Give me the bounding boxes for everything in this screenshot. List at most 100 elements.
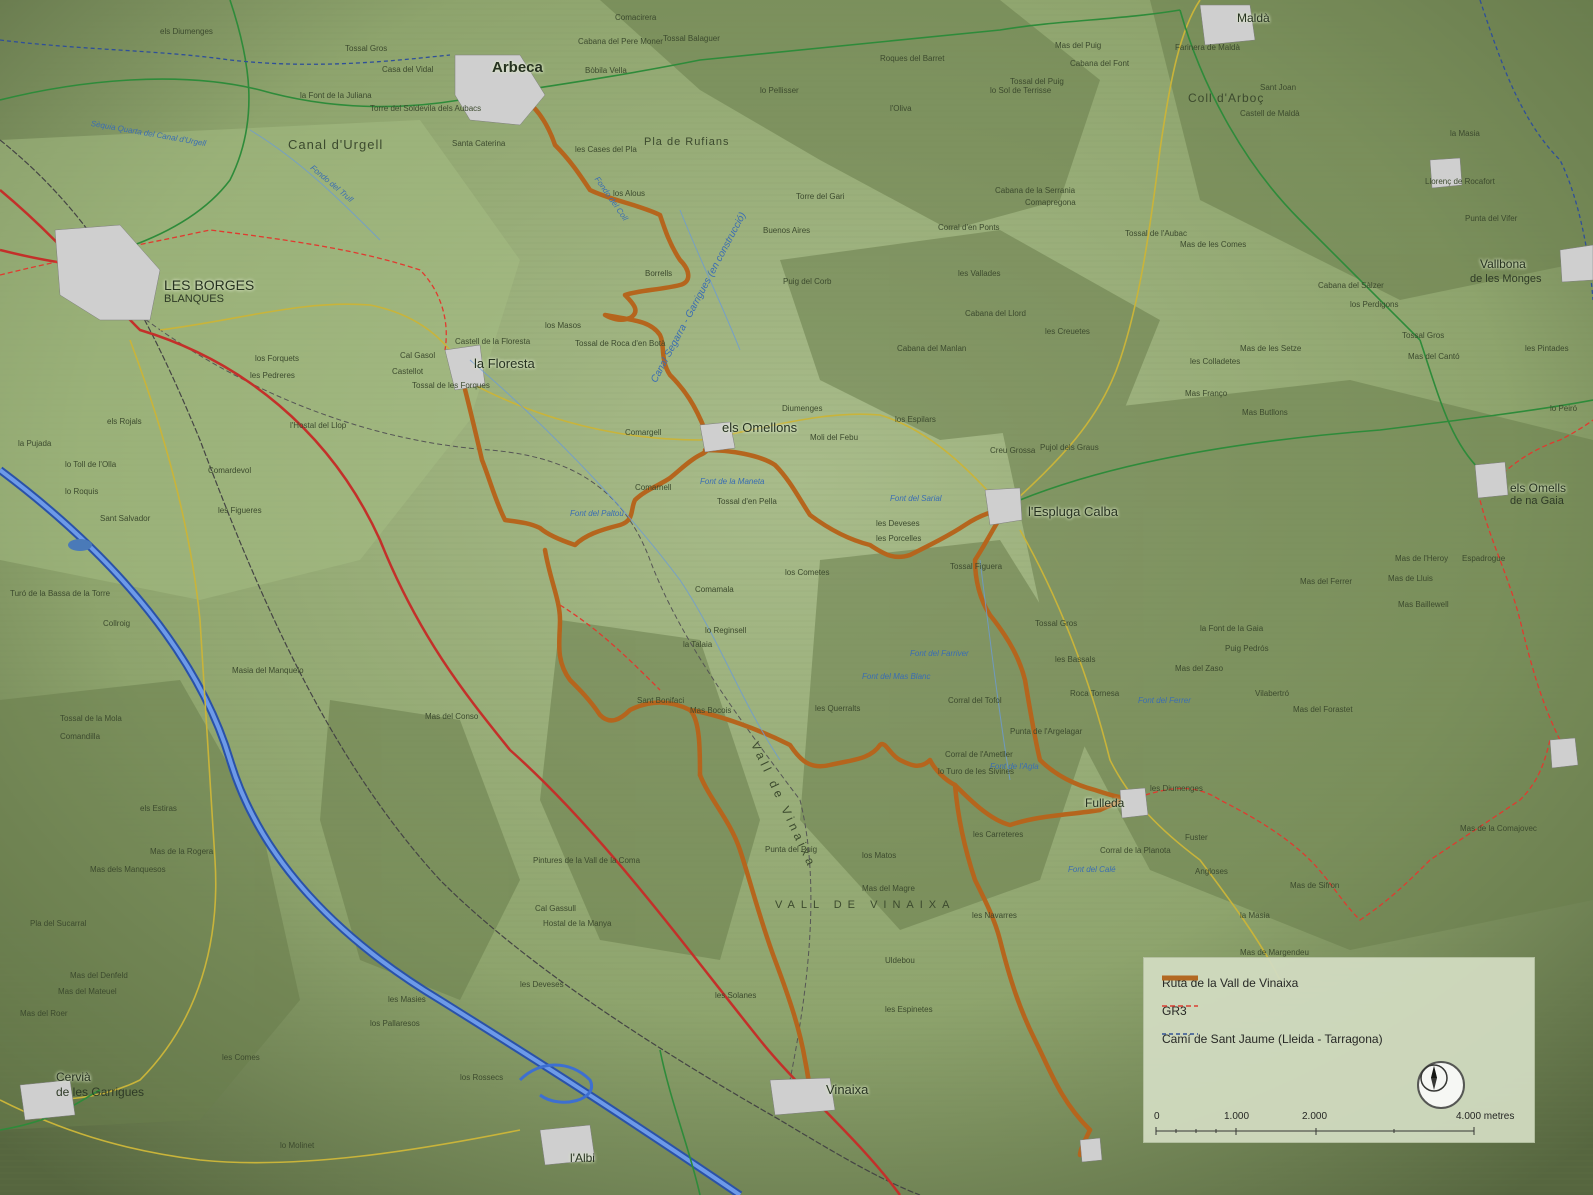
- scale-label: 2.000: [1302, 1111, 1328, 1122]
- town-la-floresta[interactable]: la Floresta: [474, 357, 535, 370]
- place-label: Tossal Gros: [1035, 619, 1078, 628]
- place-label: Corral de la Planota: [1100, 846, 1171, 855]
- place-label: la Font de la Gaia: [1200, 624, 1264, 633]
- place-label: lo Pellisser: [760, 86, 799, 95]
- compass-icon: [1417, 1061, 1465, 1109]
- place-label: Comapregona: [1025, 198, 1076, 207]
- place-label: Mas de Sifron: [1290, 881, 1340, 890]
- place-label: los Forquets: [255, 354, 300, 363]
- font-label: Font de la Maneta: [700, 477, 765, 486]
- place-label: Castell de Maldà: [1240, 109, 1300, 118]
- place-label: l'Hostal del Llop: [290, 421, 347, 430]
- place-label: Casa del Vidal: [382, 65, 434, 74]
- place-label: Punta del Puig: [765, 845, 818, 854]
- place-label: Comargell: [625, 428, 662, 437]
- place-label: Creu Grossa: [990, 446, 1036, 455]
- place-label: Roques del Barret: [880, 54, 945, 63]
- scale-label: 1.000: [1224, 1111, 1250, 1122]
- town-malda[interactable]: Maldà: [1237, 12, 1270, 24]
- town-les-borges-2: BLANQUES: [164, 293, 224, 305]
- place-label: lo Molinet: [280, 1141, 315, 1150]
- place-label: lo Sol de Terrisse: [990, 86, 1052, 95]
- place-label: Corral d'en Ponts: [938, 223, 1000, 232]
- town-fulleda[interactable]: Fulleda: [1085, 797, 1124, 809]
- place-label: Cabana del Sàlzer: [1318, 281, 1384, 290]
- place-label: Corral de l'Ametller: [945, 750, 1013, 759]
- town-omells-2: de na Gaia: [1510, 495, 1564, 507]
- place-label: les Deveses: [876, 519, 920, 528]
- place-label: les Colladetes: [1190, 357, 1241, 366]
- font-label: Font del Calé: [1068, 865, 1116, 874]
- place-label: Angloses: [1195, 867, 1228, 876]
- place-label: la Font de la Juliana: [300, 91, 372, 100]
- town-cervia-2: de les Garrigues: [56, 1085, 145, 1099]
- place-label: Uldebou: [885, 956, 915, 965]
- place-label: Tossal d'en Pella: [717, 497, 777, 506]
- place-label: Tossal Figuera: [950, 562, 1003, 571]
- place-label: Tossal de la Mola: [60, 714, 122, 723]
- place-label: Comamala: [695, 585, 734, 594]
- font-label: Font del Ferrer: [1138, 696, 1191, 705]
- place-label: les Vallades: [958, 269, 1001, 278]
- place-label: les Pedreres: [250, 371, 295, 380]
- place-label: la Pujada: [18, 439, 52, 448]
- place-label: Mas Bocois: [690, 706, 732, 715]
- town-arbeca[interactable]: Arbeca: [492, 60, 543, 75]
- map-canvas[interactable]: Arbeca LES BORGES BLANQUES la Floresta e…: [0, 0, 1593, 1195]
- place-label: els Rojals: [107, 417, 142, 426]
- place-label: Mas del Conso: [425, 712, 479, 721]
- town-vallbona-2: de les Monges: [1470, 273, 1542, 285]
- town-lalbi[interactable]: l'Albi: [570, 1152, 595, 1164]
- place-label: Comarnell: [635, 483, 672, 492]
- area-pla-rufians: Pla de Rufians: [644, 136, 730, 148]
- place-label: les Querralts: [815, 704, 861, 713]
- place-label: Mas del Roer: [20, 1009, 68, 1018]
- town-vinaixa[interactable]: Vinaixa: [826, 1083, 868, 1096]
- legend-item-gr3: GR3: [1162, 1002, 1198, 1020]
- place-label: les Carreteres: [973, 830, 1024, 839]
- place-label: Mas del Zaso: [1175, 664, 1224, 673]
- place-label: Cal Gasol: [400, 351, 436, 360]
- town-vallbona-1[interactable]: Vallbona: [1480, 258, 1526, 270]
- place-label: Comacirera: [615, 13, 657, 22]
- place-label: Tossal Balaguer: [663, 34, 720, 43]
- place-label: Llorenç de Rocafort: [1425, 177, 1495, 186]
- place-label: Cabana del Font: [1070, 59, 1130, 68]
- place-label: Tossal del Puig: [1010, 77, 1064, 86]
- place-label: Mas del Ferrer: [1300, 577, 1353, 586]
- place-label: Mas de les Comes: [1180, 240, 1247, 249]
- place-label: les Masies: [388, 995, 426, 1004]
- place-label: lo Roquis: [65, 487, 99, 496]
- place-label: la Masia: [1450, 129, 1480, 138]
- place-label: Comardevol: [208, 466, 252, 475]
- place-label: Punta de l'Argelagar: [1010, 727, 1083, 736]
- town-cervia-1[interactable]: Cervià: [56, 1071, 91, 1083]
- place-label: Espadrogue: [1462, 554, 1506, 563]
- place-label: los Alous: [613, 189, 646, 198]
- font-label: Font del Mas Blanc: [862, 672, 931, 681]
- place-label: Tossal Gros: [345, 44, 388, 53]
- place-label: la Talaia: [683, 640, 713, 649]
- place-label: Pujol dels Graus: [1040, 443, 1099, 452]
- area-vall-vinaixa: VALL DE VINAIXA: [775, 899, 956, 911]
- place-label: les Espinetes: [885, 1005, 933, 1014]
- place-label: los Rossecs: [460, 1073, 504, 1082]
- legend-swatch-gr3: [1162, 1005, 1198, 1007]
- town-omells-1[interactable]: els Omells: [1510, 482, 1566, 494]
- town-les-borges-1[interactable]: LES BORGES: [164, 278, 254, 292]
- legend-item-cami: Camí de Sant Jaume (Lleida - Tarragona): [1162, 1030, 1383, 1048]
- town-espluga-calba[interactable]: l'Espluga Calba: [1028, 505, 1118, 518]
- scale-label: 0: [1154, 1111, 1160, 1122]
- place-label: Tossal de les Forques: [412, 381, 490, 390]
- place-label: los Matos: [862, 851, 897, 860]
- place-label: lo Turo de les Sivines: [938, 767, 1015, 776]
- place-label: Sant Salvador: [100, 514, 151, 523]
- place-label: Castellot: [392, 367, 424, 376]
- place-label: Comandilla: [60, 732, 101, 741]
- place-label: Mas del Mateuel: [58, 987, 117, 996]
- place-label: Farinera de Maldà: [1175, 43, 1240, 52]
- place-label: los Masos: [545, 321, 582, 330]
- place-label: les Porcelles: [876, 534, 922, 543]
- town-els-omellons[interactable]: els Omellons: [722, 421, 797, 434]
- place-label: Mas de l'Heroy: [1395, 554, 1449, 563]
